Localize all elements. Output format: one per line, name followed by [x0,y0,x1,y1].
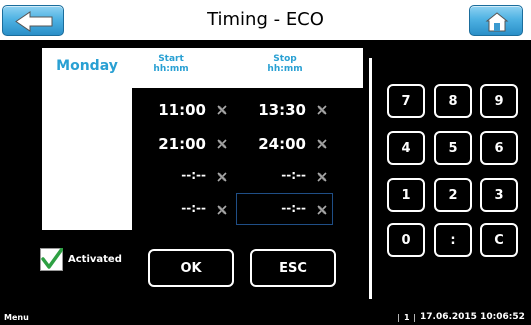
key-clear[interactable]: C [480,223,518,257]
start-time-field[interactable]: --:-- [150,168,206,182]
stop-header-label: Stop [273,54,297,64]
clear-x-icon[interactable] [315,103,329,117]
start-time-field[interactable]: --:-- [150,201,206,215]
key-4[interactable]: 4 [387,131,425,165]
clear-x-icon[interactable] [315,170,329,184]
page-number: 1 [404,313,410,322]
clear-x-icon[interactable] [215,170,229,184]
home-button[interactable] [469,5,523,36]
clear-x-icon[interactable] [215,103,229,117]
key-2[interactable]: 2 [434,178,472,212]
key-7[interactable]: 7 [387,84,425,118]
clear-x-icon[interactable] [215,203,229,217]
activated-checkbox[interactable] [40,248,63,271]
footer-separator: | [397,313,400,322]
stop-header-format: hh:mm [267,64,303,74]
key-9[interactable]: 9 [480,84,518,118]
home-icon [485,12,509,32]
menu-link[interactable]: Menu [4,313,29,322]
key-5[interactable]: 5 [434,131,472,165]
start-header-format: hh:mm [153,64,189,74]
stop-time-field[interactable]: --:-- [250,168,306,182]
clear-x-icon[interactable] [215,137,229,151]
panel-divider [369,58,372,299]
back-button[interactable] [2,5,64,36]
arrow-left-icon [15,11,53,32]
day-label[interactable]: Monday [42,58,132,74]
key-1[interactable]: 1 [387,178,425,212]
stop-time-field[interactable]: --:-- [250,201,306,215]
start-column-header: Start hh:mm [131,54,211,74]
esc-button[interactable]: ESC [250,249,336,287]
activated-label: Activated [68,254,122,265]
stop-column-header: Stop hh:mm [245,54,325,74]
key-colon[interactable]: : [434,223,472,257]
ok-button[interactable]: OK [148,249,234,287]
start-header-label: Start [158,54,184,64]
stop-time-field[interactable]: 24:00 [250,135,306,153]
key-3[interactable]: 3 [480,178,518,212]
checkmark-icon [41,248,63,269]
page-title: Timing - ECO [207,9,324,30]
start-time-field[interactable]: 21:00 [150,135,206,153]
clear-x-icon[interactable] [315,203,329,217]
clear-x-icon[interactable] [315,137,329,151]
key-6[interactable]: 6 [480,131,518,165]
key-0[interactable]: 0 [387,223,425,257]
day-column [42,48,132,230]
key-8[interactable]: 8 [434,84,472,118]
stop-time-field[interactable]: 13:30 [250,101,306,119]
datetime-display: 17.06.2015 10:06:52 [420,312,525,322]
footer-separator: | [413,313,416,322]
start-time-field[interactable]: 11:00 [150,101,206,119]
